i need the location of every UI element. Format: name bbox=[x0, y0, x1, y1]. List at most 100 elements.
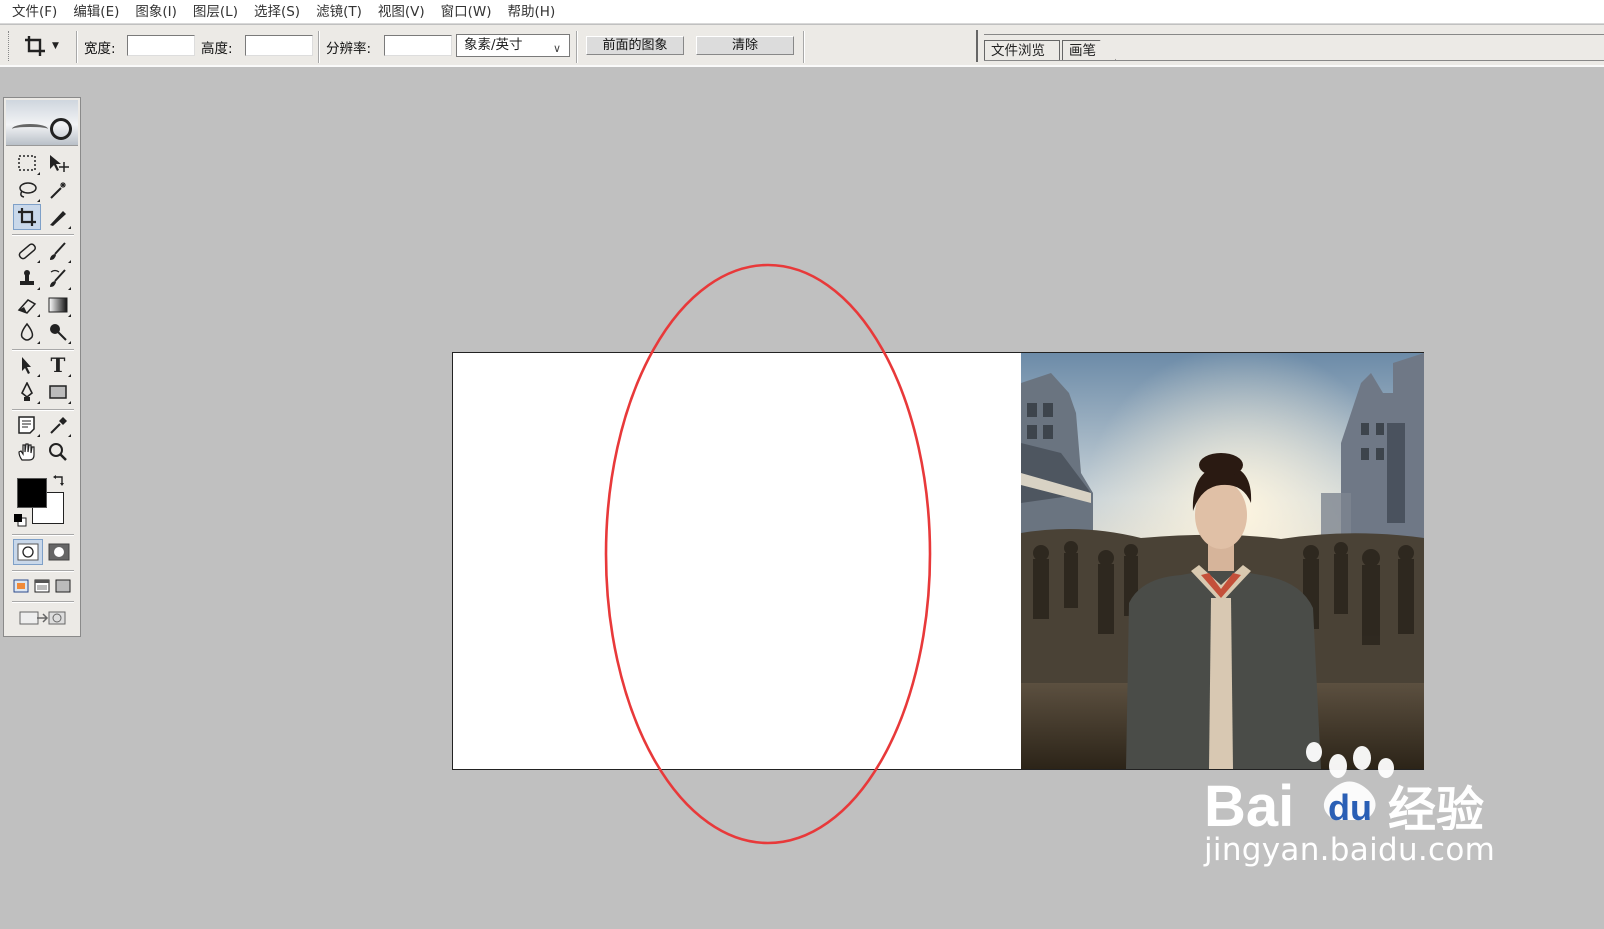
submenu-indicator-icon bbox=[37, 314, 40, 317]
submenu-indicator-icon bbox=[68, 260, 71, 263]
clear-button[interactable]: 清除 bbox=[696, 36, 794, 55]
menu-select[interactable]: 选择(S) bbox=[246, 0, 308, 24]
brush-icon bbox=[50, 242, 66, 260]
crop-tool[interactable] bbox=[13, 204, 41, 230]
clone-stamp-tool[interactable] bbox=[13, 265, 41, 291]
notes-tool[interactable] bbox=[13, 412, 41, 438]
water-drop-icon bbox=[20, 322, 34, 341]
feather-icon bbox=[12, 124, 48, 134]
slice-tool[interactable] bbox=[44, 204, 72, 230]
toolbox: T bbox=[3, 97, 81, 637]
magnifier-icon bbox=[49, 443, 67, 461]
resolution-unit-select[interactable]: 象素/英寸 ∨ bbox=[456, 34, 570, 57]
document-canvas[interactable] bbox=[452, 352, 1424, 770]
pen-tool[interactable] bbox=[13, 379, 41, 405]
resolution-unit-value: 象素/英寸 bbox=[464, 37, 523, 53]
quick-mask-icon bbox=[48, 543, 70, 561]
swap-colors-icon[interactable] bbox=[52, 474, 66, 488]
rectangle-shape-tool[interactable] bbox=[44, 379, 72, 405]
path-selection-tool[interactable] bbox=[13, 352, 41, 378]
chevron-down-icon: ▼ bbox=[52, 41, 59, 51]
submenu-indicator-icon bbox=[37, 172, 40, 175]
submenu-indicator-icon bbox=[68, 314, 71, 317]
tab-file-browser[interactable]: 文件浏览 bbox=[984, 40, 1060, 60]
healing-brush-tool[interactable] bbox=[13, 238, 41, 264]
menu-window[interactable]: 窗口(W) bbox=[433, 0, 500, 24]
baidu-brand-tail: du bbox=[1328, 787, 1372, 828]
full-screen-mode-button[interactable] bbox=[53, 573, 73, 599]
hand-icon bbox=[18, 443, 35, 461]
jump-to-imageready-button[interactable] bbox=[13, 605, 73, 631]
marquee-icon bbox=[18, 155, 36, 171]
full-screen-menu-mode-button[interactable] bbox=[32, 573, 52, 599]
eraser-icon bbox=[17, 299, 37, 314]
resolution-field[interactable] bbox=[384, 35, 452, 56]
toolbox-divider bbox=[12, 601, 74, 603]
width-label: 宽度: bbox=[84, 41, 116, 57]
eyedropper-tool[interactable] bbox=[44, 412, 72, 438]
foreground-color-swatch-top[interactable] bbox=[17, 478, 47, 508]
lasso-tool[interactable] bbox=[13, 177, 41, 203]
height-field[interactable] bbox=[245, 35, 313, 56]
baidu-watermark: Bai du 经验 jingyan.baidu.com bbox=[1198, 740, 1498, 890]
magic-wand-icon bbox=[50, 182, 66, 199]
divider bbox=[803, 31, 805, 63]
window-icon bbox=[13, 579, 29, 593]
magic-wand-tool[interactable] bbox=[44, 177, 72, 203]
brush-tool[interactable] bbox=[44, 238, 72, 264]
type-tool[interactable]: T bbox=[44, 352, 72, 378]
menu-help[interactable]: 帮助(H) bbox=[500, 0, 564, 24]
palette-well-top-border bbox=[984, 34, 1604, 35]
divider bbox=[576, 31, 578, 63]
eraser-tool[interactable] bbox=[13, 292, 41, 318]
standard-screen-mode-button[interactable] bbox=[11, 573, 31, 599]
crop-icon bbox=[18, 208, 36, 226]
submenu-indicator-icon bbox=[37, 199, 40, 202]
tab-brushes[interactable]: 画笔 bbox=[1062, 40, 1116, 60]
move-icon bbox=[50, 155, 69, 172]
menu-image[interactable]: 图象(I) bbox=[127, 0, 185, 24]
window-icon bbox=[34, 579, 50, 593]
palette-well: 文件浏览 画笔 bbox=[976, 30, 1604, 62]
palette-well-edge bbox=[976, 30, 978, 62]
tool-preset-picker[interactable]: ▼ bbox=[24, 33, 70, 59]
toolbox-divider bbox=[12, 234, 74, 236]
submenu-indicator-icon bbox=[68, 374, 71, 377]
menu-filter[interactable]: 滤镜(T) bbox=[308, 0, 370, 24]
options-bar-grip[interactable] bbox=[8, 31, 11, 61]
palette-well-bottom-border bbox=[984, 60, 1604, 61]
width-field[interactable] bbox=[127, 35, 195, 56]
submenu-indicator-icon bbox=[37, 374, 40, 377]
arrow-pointer-icon bbox=[22, 357, 31, 374]
gradient-tool[interactable] bbox=[44, 292, 72, 318]
menu-bar: 文件(F) 编辑(E) 图象(I) 图层(L) 选择(S) 滤镜(T) 视图(V… bbox=[0, 0, 1604, 24]
photoshop-logo[interactable] bbox=[6, 100, 78, 146]
lasso-icon bbox=[19, 182, 37, 198]
eyedropper-icon bbox=[50, 417, 67, 434]
submenu-indicator-icon bbox=[37, 260, 40, 263]
eye-icon bbox=[50, 118, 72, 140]
watermark-url: jingyan.baidu.com bbox=[1204, 832, 1496, 868]
quick-mask-button[interactable] bbox=[44, 539, 74, 565]
front-image-button[interactable]: 前面的图象 bbox=[586, 36, 684, 55]
submenu-indicator-icon bbox=[68, 226, 71, 229]
menu-edit[interactable]: 编辑(E) bbox=[65, 0, 127, 24]
rectangular-marquee-tool[interactable] bbox=[13, 150, 41, 176]
standard-mode-button[interactable] bbox=[13, 539, 43, 565]
photo-thumbnail bbox=[1021, 353, 1424, 769]
note-icon bbox=[18, 416, 35, 434]
blur-tool[interactable] bbox=[13, 319, 41, 345]
submenu-indicator-icon bbox=[68, 401, 71, 404]
default-colors-icon[interactable] bbox=[13, 513, 27, 527]
menu-layer[interactable]: 图层(L) bbox=[185, 0, 246, 24]
history-brush-tool[interactable] bbox=[44, 265, 72, 291]
menu-view[interactable]: 视图(V) bbox=[370, 0, 433, 24]
divider bbox=[76, 31, 78, 63]
menu-file[interactable]: 文件(F) bbox=[4, 0, 65, 24]
submenu-indicator-icon bbox=[37, 341, 40, 344]
dodge-tool[interactable] bbox=[44, 319, 72, 345]
zoom-tool[interactable] bbox=[44, 439, 72, 465]
photo-illustration bbox=[1021, 353, 1424, 769]
hand-tool[interactable] bbox=[13, 439, 41, 465]
move-tool[interactable] bbox=[44, 150, 72, 176]
